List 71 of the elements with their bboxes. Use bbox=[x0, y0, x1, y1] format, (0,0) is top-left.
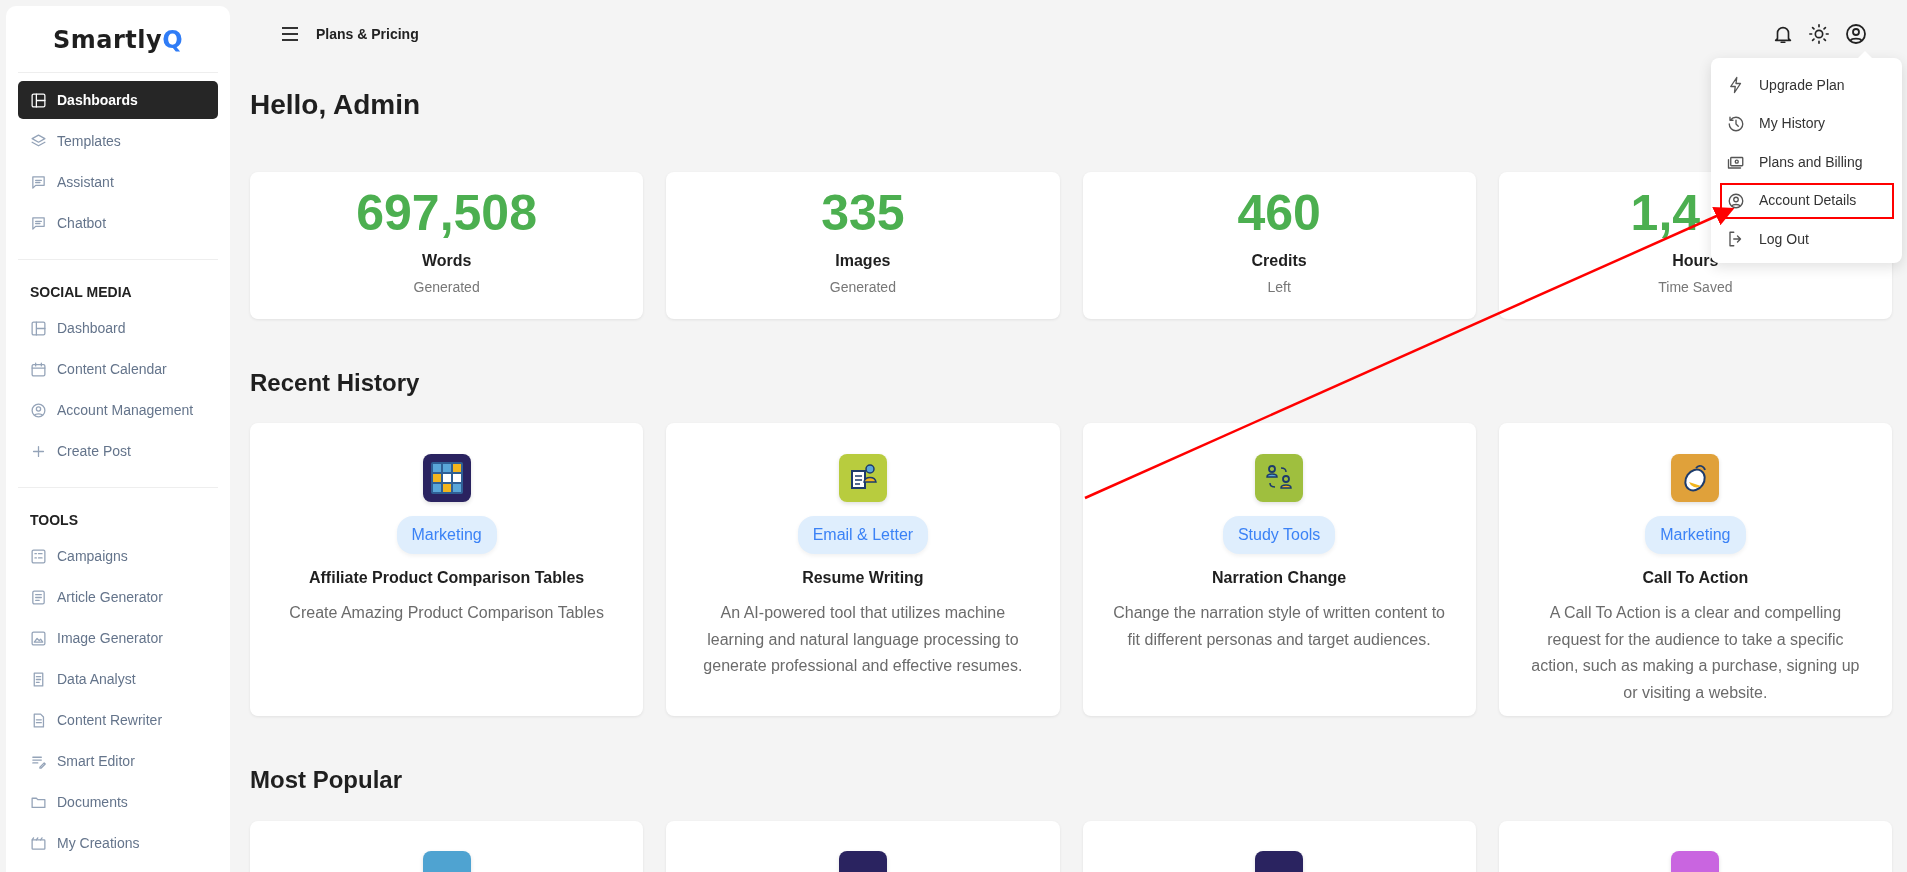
category-tag: Study Tools bbox=[1222, 516, 1336, 555]
stat-label: Words bbox=[421, 250, 472, 271]
stat-value: 697,508 bbox=[356, 185, 537, 241]
card-title: Narration Change bbox=[1212, 568, 1347, 589]
layout-icon bbox=[30, 91, 47, 109]
card-title: Call To Action bbox=[1642, 568, 1749, 589]
sidebar-item[interactable]: Assistant bbox=[18, 163, 218, 201]
section-title: Recent History bbox=[250, 368, 420, 398]
stat-value: 1,4 bbox=[1630, 185, 1701, 241]
theme-sun-icon[interactable] bbox=[1808, 23, 1830, 45]
sidebar-item[interactable]: Content Calendar bbox=[18, 350, 218, 388]
card-title: Resume Writing bbox=[802, 568, 924, 589]
section-heading: SOCIAL MEDIA bbox=[29, 283, 133, 302]
sidebar-item[interactable]: Article Generator bbox=[18, 578, 218, 616]
layout-icon bbox=[30, 319, 47, 337]
card-description: An AI-powered tool that utilizes machine learning and natural language processing to generate professional and effective resumes. bbox=[702, 603, 1024, 677]
sidebar-item[interactable]: Account Management bbox=[18, 391, 218, 429]
stat-caption: Time Saved bbox=[1658, 277, 1733, 297]
tool-card[interactable]: Study Tools Narration Change Change the narration style of written content to fit different personas and target audiences. bbox=[1082, 423, 1476, 717]
stat-label: Images bbox=[835, 250, 891, 271]
stat-caption: Left bbox=[1267, 277, 1291, 297]
sidebar-item[interactable]: Smart Editor bbox=[18, 742, 218, 780]
tool-card[interactable]: Marketing Call To Action A Call To Action is a clear and compelling request for the audience to take a specific action, such as making a purchase, signing up or visiting a website. bbox=[1498, 423, 1892, 717]
category-tag: Marketing bbox=[396, 516, 497, 555]
user-avatar-icon[interactable] bbox=[1844, 22, 1868, 46]
sidebar-item[interactable]: Dashboard bbox=[18, 309, 218, 347]
list-icon bbox=[30, 547, 47, 565]
image-icon bbox=[30, 629, 47, 647]
sidebar-item[interactable]: Create Post bbox=[18, 432, 218, 470]
sidebar-item[interactable]: Image Generator bbox=[18, 619, 218, 657]
tool-card[interactable] bbox=[1082, 821, 1476, 872]
card-description: A Call To Action is a clear and compelling request for the audience to take a specific action, such as making a purchase, signing up or visiting a website. bbox=[1530, 603, 1861, 703]
page-title: Plans & Pricing bbox=[316, 24, 419, 44]
chat-icon bbox=[30, 173, 47, 191]
chat-icon bbox=[30, 214, 47, 232]
sidebar-item[interactable]: Chatbot bbox=[18, 204, 218, 242]
sidebar-item[interactable]: Templates bbox=[18, 122, 218, 160]
greeting: Hello, Admin bbox=[250, 88, 421, 122]
card-description: Create Amazing Product Comparison Tables bbox=[289, 603, 604, 624]
menu-item[interactable]: Plans and Billing bbox=[1711, 143, 1902, 182]
tool-card[interactable]: Marketing Affiliate Product Comparison Tables Create Amazing Product Comparison Tables bbox=[250, 423, 644, 717]
calendar-icon bbox=[30, 360, 47, 378]
stat-label: Credits bbox=[1251, 250, 1307, 271]
stat-value: 335 bbox=[821, 185, 905, 241]
category-tag: Email & Letter bbox=[797, 516, 929, 555]
section-title: Most Popular bbox=[250, 766, 402, 796]
film-icon bbox=[30, 834, 47, 852]
category-tag: Marketing bbox=[1645, 516, 1746, 555]
history-icon bbox=[1727, 114, 1745, 133]
document-icon bbox=[30, 588, 47, 606]
sidebar-item[interactable]: Documents bbox=[18, 783, 218, 821]
user-circle-icon bbox=[1727, 191, 1745, 210]
stat-caption: Generated bbox=[413, 277, 480, 297]
menu-item[interactable]: Account Details bbox=[1711, 181, 1902, 220]
stat-caption: Generated bbox=[829, 277, 896, 297]
menu-item[interactable]: My History bbox=[1711, 104, 1902, 143]
tool-card[interactable] bbox=[666, 821, 1060, 872]
card-description: Change the narration style of written content to fit different personas and target audiences. bbox=[1112, 603, 1446, 650]
menu-icon[interactable] bbox=[280, 26, 300, 42]
menu-item[interactable]: Upgrade Plan bbox=[1711, 66, 1902, 105]
card-title: Affiliate Product Comparison Tables bbox=[308, 568, 585, 589]
user-circle-icon bbox=[30, 401, 47, 419]
tool-card[interactable]: Email & Letter Resume Writing An AI-powered tool that utilizes machine learning and natural language processing to generate professional and effective resumes. bbox=[666, 423, 1060, 717]
section-heading: TOOLS bbox=[29, 511, 79, 530]
stat-value: 460 bbox=[1237, 185, 1321, 241]
sidebar-item[interactable]: My Creations bbox=[18, 824, 218, 862]
sidebar-item[interactable]: Data Analyst bbox=[18, 660, 218, 698]
sidebar-item[interactable]: Content Rewriter bbox=[18, 701, 218, 739]
logo: SmartlyQ bbox=[18, 16, 218, 73]
sidebar-item[interactable]: Campaigns bbox=[18, 537, 218, 575]
sidebar-item[interactable]: Dashboards bbox=[18, 81, 218, 119]
